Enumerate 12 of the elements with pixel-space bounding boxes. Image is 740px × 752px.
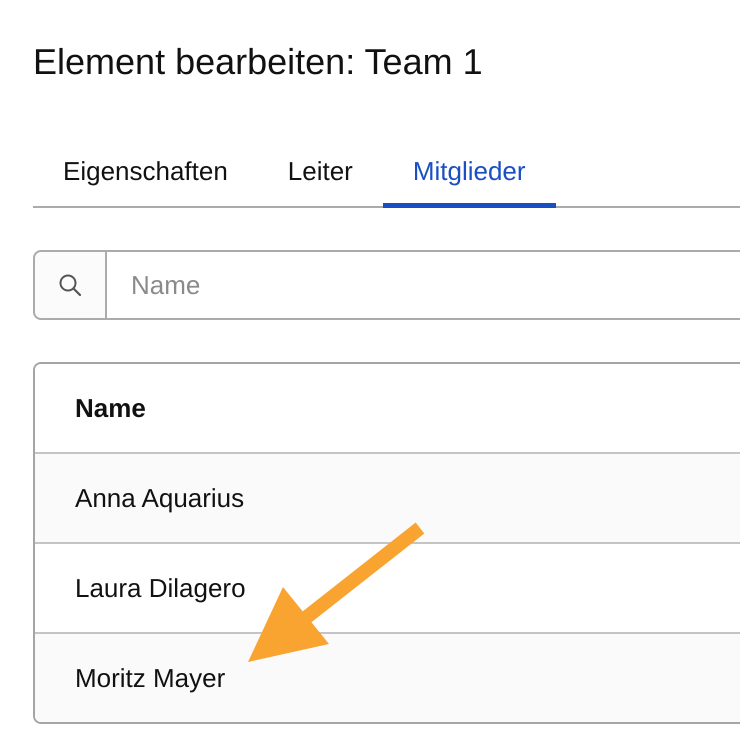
column-header: Name [75,392,146,424]
table-row[interactable]: Moritz Mayer [35,632,740,722]
table-row[interactable]: Anna Aquarius [35,452,740,542]
search-icon [59,274,81,296]
page-title: Element bearbeiten: Team 1 [33,42,483,82]
table-cell: Laura Dilagero [75,572,246,604]
tab[interactable]: Leiter [258,140,383,208]
table-cell: Moritz Mayer [75,662,226,694]
search-field[interactable]: Name [105,250,740,320]
tab[interactable]: Mitglieder [382,140,556,208]
table-cell: Anna Aquarius [75,482,244,514]
tab[interactable]: Eigenschaften [33,140,258,208]
